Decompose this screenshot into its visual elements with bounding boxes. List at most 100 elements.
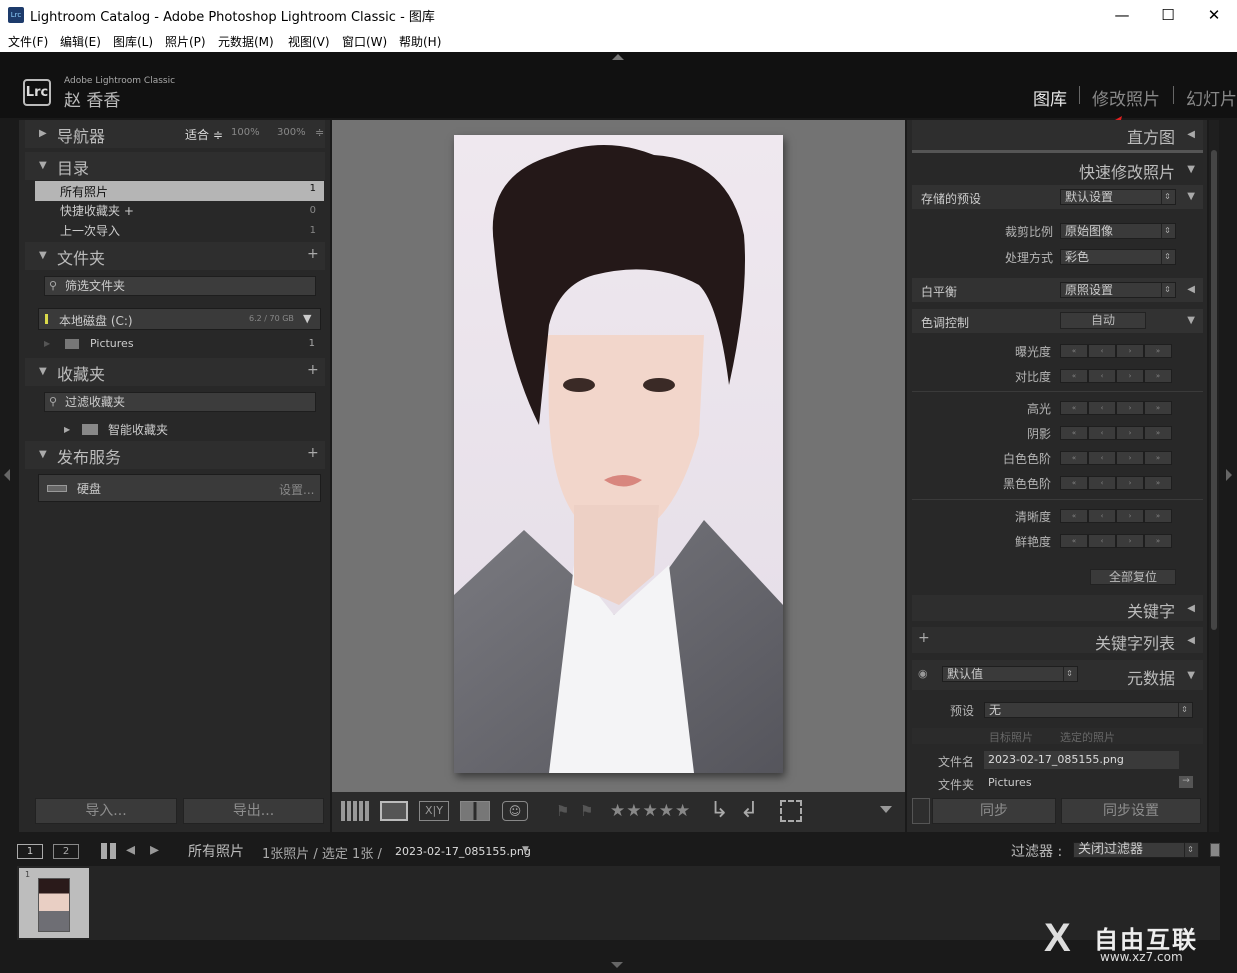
increase-large-icon[interactable]: » bbox=[1144, 369, 1172, 383]
increase-small-icon[interactable]: › bbox=[1116, 426, 1144, 440]
expand-icon[interactable]: ◀ bbox=[1187, 284, 1195, 295]
collapse-icon[interactable]: ▼ bbox=[1187, 315, 1195, 326]
rating-stars[interactable]: ★★★★★ bbox=[610, 801, 691, 821]
target-photo-toggle[interactable]: 目标照片 bbox=[989, 729, 1033, 745]
module-develop[interactable]: 修改照片 bbox=[1092, 85, 1160, 110]
decrease-small-icon[interactable]: ‹ bbox=[1088, 476, 1116, 490]
increase-small-icon[interactable]: › bbox=[1116, 369, 1144, 383]
sync-settings-button[interactable]: 同步设置 bbox=[1061, 798, 1201, 824]
add-folder-icon[interactable]: + bbox=[307, 246, 319, 262]
decrease-small-icon[interactable]: ‹ bbox=[1088, 509, 1116, 523]
zoom-fit[interactable]: 适合 ≑ bbox=[185, 126, 223, 143]
menu-photo[interactable]: 照片(P) bbox=[165, 33, 206, 50]
collapse-right-icon[interactable] bbox=[1226, 469, 1232, 481]
quick-develop-header[interactable]: 快速修改照片 ▼ bbox=[912, 155, 1203, 183]
decrease-large-icon[interactable]: « bbox=[1060, 451, 1088, 465]
decrease-large-icon[interactable]: « bbox=[1060, 534, 1088, 548]
treatment-select[interactable]: 彩色 ⇕ bbox=[1060, 249, 1176, 265]
catalog-item-quick[interactable]: 快捷收藏夹 + 0 bbox=[35, 201, 324, 221]
collapse-left-icon[interactable] bbox=[4, 469, 10, 481]
reset-all-button[interactable]: 全部复位 bbox=[1090, 569, 1176, 585]
collection-filter-input[interactable]: ⚲ 过滤收藏夹 bbox=[44, 392, 316, 412]
menu-library[interactable]: 图库(L) bbox=[113, 33, 153, 50]
decrease-small-icon[interactable]: ‹ bbox=[1088, 369, 1116, 383]
publish-settings-link[interactable]: 设置... bbox=[279, 481, 314, 498]
file-menu-icon[interactable]: ▼ bbox=[522, 845, 529, 855]
rotate-right-icon[interactable]: ↲ bbox=[740, 798, 758, 823]
zoom-300[interactable]: 300% bbox=[277, 127, 306, 138]
source-label[interactable]: 所有照片 bbox=[188, 841, 244, 861]
catalog-item-all[interactable]: 所有照片 1 bbox=[35, 181, 324, 201]
increase-large-icon[interactable]: » bbox=[1144, 534, 1172, 548]
filter-lock-icon[interactable] bbox=[1210, 843, 1220, 857]
filter-select[interactable]: 关闭过滤器 ⇕ bbox=[1073, 842, 1199, 858]
increase-large-icon[interactable]: » bbox=[1144, 426, 1172, 440]
decrease-small-icon[interactable]: ‹ bbox=[1088, 451, 1116, 465]
publish-hard-drive[interactable]: 硬盘 设置... bbox=[38, 474, 321, 502]
keyword-list-header[interactable]: + 关键字列表 ◀ bbox=[912, 627, 1203, 653]
reject-flag-icon[interactable]: ⚑ bbox=[580, 802, 593, 820]
increase-small-icon[interactable]: › bbox=[1116, 534, 1144, 548]
maximize-button[interactable]: ☐ bbox=[1145, 0, 1191, 30]
decrease-large-icon[interactable]: « bbox=[1060, 401, 1088, 415]
increase-large-icon[interactable]: » bbox=[1144, 344, 1172, 358]
disk-menu-icon[interactable]: ▼ bbox=[303, 312, 311, 325]
menu-window[interactable]: 窗口(W) bbox=[342, 33, 387, 50]
increase-small-icon[interactable]: › bbox=[1116, 476, 1144, 490]
toolbar-menu-icon[interactable] bbox=[880, 806, 892, 813]
collapse-bottom-icon[interactable] bbox=[611, 962, 623, 968]
saved-preset-select[interactable]: 默认设置 ⇕ bbox=[1060, 189, 1176, 205]
decrease-large-icon[interactable]: « bbox=[1060, 369, 1088, 383]
catalog-item-last-import[interactable]: 上一次导入 1 bbox=[35, 221, 324, 241]
folder-item-pictures[interactable]: ▶ Pictures 1 bbox=[38, 334, 321, 354]
histogram-header[interactable]: 直方图 ◀ bbox=[912, 120, 1203, 150]
main-photo[interactable] bbox=[454, 135, 783, 773]
folders-header[interactable]: ▼ 文件夹 + bbox=[25, 242, 325, 270]
catalog-header[interactable]: ▼ 目录 bbox=[25, 152, 325, 180]
right-scrollbar[interactable] bbox=[1209, 120, 1219, 832]
add-collection-icon[interactable]: + bbox=[307, 362, 319, 378]
flag-icon[interactable]: ⚑ bbox=[556, 802, 569, 820]
auto-tone-button[interactable]: 自动 bbox=[1060, 312, 1146, 329]
zoom-100[interactable]: 100% bbox=[231, 127, 260, 138]
eye-icon[interactable]: ◉ bbox=[918, 667, 928, 680]
grid-icon[interactable] bbox=[101, 843, 117, 859]
collections-header[interactable]: ▼ 收藏夹 + bbox=[25, 358, 325, 386]
metadata-preset-select[interactable]: 无 ⇕ bbox=[984, 702, 1193, 718]
loupe-view-icon[interactable] bbox=[380, 801, 408, 821]
menu-file[interactable]: 文件(F) bbox=[8, 33, 48, 50]
filename-field[interactable]: 2023-02-17_085155.png bbox=[984, 751, 1179, 769]
scrollbar-thumb[interactable] bbox=[1211, 150, 1217, 630]
add-keyword-icon[interactable]: + bbox=[918, 630, 930, 646]
add-publish-icon[interactable]: + bbox=[307, 445, 319, 461]
metadata-view-select[interactable]: 默认值 ⇕ bbox=[942, 666, 1078, 682]
folder-filter-input[interactable]: ⚲ 筛选文件夹 bbox=[44, 276, 316, 296]
decrease-large-icon[interactable]: « bbox=[1060, 476, 1088, 490]
increase-small-icon[interactable]: › bbox=[1116, 509, 1144, 523]
decrease-small-icon[interactable]: ‹ bbox=[1088, 344, 1116, 358]
menu-view[interactable]: 视图(V) bbox=[288, 33, 330, 50]
decrease-large-icon[interactable]: « bbox=[1060, 344, 1088, 358]
go-to-folder-icon[interactable]: → bbox=[1179, 776, 1193, 788]
close-button[interactable]: ✕ bbox=[1191, 0, 1237, 30]
survey-view-icon[interactable] bbox=[460, 801, 490, 821]
rotate-left-icon[interactable]: ↳ bbox=[710, 798, 728, 823]
keywords-header[interactable]: 关键字 ◀ bbox=[912, 595, 1203, 621]
decrease-large-icon[interactable]: « bbox=[1060, 426, 1088, 440]
crop-icon[interactable] bbox=[780, 800, 802, 822]
back-arrow-icon[interactable]: ◂ bbox=[126, 839, 135, 860]
increase-large-icon[interactable]: » bbox=[1144, 509, 1172, 523]
auto-sync-toggle[interactable] bbox=[912, 798, 930, 824]
increase-small-icon[interactable]: › bbox=[1116, 451, 1144, 465]
metadata-header[interactable]: ◉ 默认值 ⇕ 元数据 ▼ bbox=[912, 660, 1203, 690]
menu-help[interactable]: 帮助(H) bbox=[399, 33, 441, 50]
forward-arrow-icon[interactable]: ▸ bbox=[150, 839, 159, 860]
selected-photos-toggle[interactable]: 选定的照片 bbox=[1060, 729, 1115, 745]
import-button[interactable]: 导入... bbox=[35, 798, 177, 824]
export-button[interactable]: 导出... bbox=[183, 798, 324, 824]
collapse-icon[interactable]: ▼ bbox=[1187, 191, 1195, 202]
decrease-small-icon[interactable]: ‹ bbox=[1088, 426, 1116, 440]
screen-1-button[interactable]: 1 bbox=[17, 844, 43, 859]
white-balance-select[interactable]: 原照设置 ⇕ bbox=[1060, 282, 1176, 298]
filmstrip-thumbnail[interactable]: 1 bbox=[19, 868, 89, 938]
